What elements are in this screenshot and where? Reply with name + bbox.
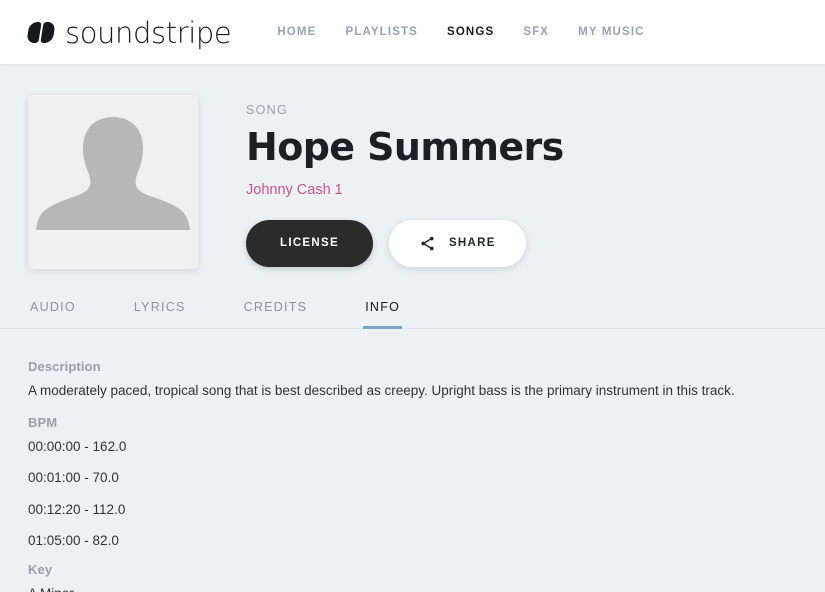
bpm-field: BPM 00:00:00 - 162.0 00:01:00 - 70.0 00:…: [28, 415, 797, 551]
description-label: Description: [28, 359, 101, 374]
bpm-entry: 00:12:20 - 112.0: [28, 501, 126, 517]
song-meta: SONG Hope Summers Johnny Cash 1 LICENSE …: [198, 95, 564, 269]
bpm-list: 00:00:00 - 162.0 00:01:00 - 70.0 00:12:2…: [28, 437, 797, 551]
soundstripe-logo-mark-icon: [26, 21, 58, 43]
key-value: A Minor: [28, 584, 797, 592]
bpm-entry: 01:05:00 - 82.0: [28, 533, 119, 549]
tab-lyrics[interactable]: LYRICS: [132, 294, 188, 329]
description-field: Description A moderately paced, tropical…: [28, 359, 797, 401]
nav-link-my-music[interactable]: MY MUSIC: [578, 26, 645, 38]
bpm-entry: 00:01:00 - 70.0: [28, 470, 119, 486]
soundstripe-logo[interactable]: soundstripe: [26, 15, 232, 50]
nav-link-sfx[interactable]: SFX: [523, 26, 549, 38]
soundstripe-logo-wordmark: soundstripe: [65, 15, 232, 50]
tab-audio[interactable]: AUDIO: [28, 294, 78, 329]
license-button[interactable]: LICENSE: [246, 219, 373, 267]
nav-link-songs[interactable]: SONGS: [447, 26, 494, 38]
song-hero-section: SONG Hope Summers Johnny Cash 1 LICENSE …: [0, 64, 825, 269]
bpm-entry: 00:00:00 - 162.0: [28, 438, 127, 454]
key-label: Key: [28, 561, 53, 577]
share-icon: [421, 236, 434, 251]
main-nav: HOME PLAYLISTS SONGS SFX MY MUSIC: [277, 26, 644, 38]
key-field: Key A Minor: [28, 562, 797, 592]
share-button-label: SHARE: [448, 237, 496, 250]
artist-link[interactable]: Johnny Cash 1: [246, 182, 343, 198]
description-value: A moderately paced, tropical song that i…: [28, 383, 735, 398]
song-artwork[interactable]: [28, 95, 198, 269]
nav-link-playlists[interactable]: PLAYLISTS: [345, 26, 418, 38]
song-detail-tabs: AUDIO LYRICS CREDITS INFO: [0, 294, 825, 329]
top-navigation-bar: soundstripe HOME PLAYLISTS SONGS SFX MY …: [0, 0, 825, 64]
hero-action-buttons: LICENSE SHARE: [246, 219, 564, 267]
content-type-label: SONG: [246, 103, 289, 117]
tab-info[interactable]: INFO: [363, 294, 403, 329]
info-panel: Description A moderately paced, tropical…: [0, 329, 825, 592]
page-title: Hope Summers: [246, 125, 564, 169]
bpm-label: BPM: [28, 414, 58, 430]
tab-credits[interactable]: CREDITS: [242, 294, 310, 329]
license-button-label: LICENSE: [280, 237, 339, 250]
nav-link-home[interactable]: HOME: [277, 26, 316, 38]
share-button[interactable]: SHARE: [388, 219, 526, 267]
avatar-placeholder-icon: [28, 95, 198, 269]
